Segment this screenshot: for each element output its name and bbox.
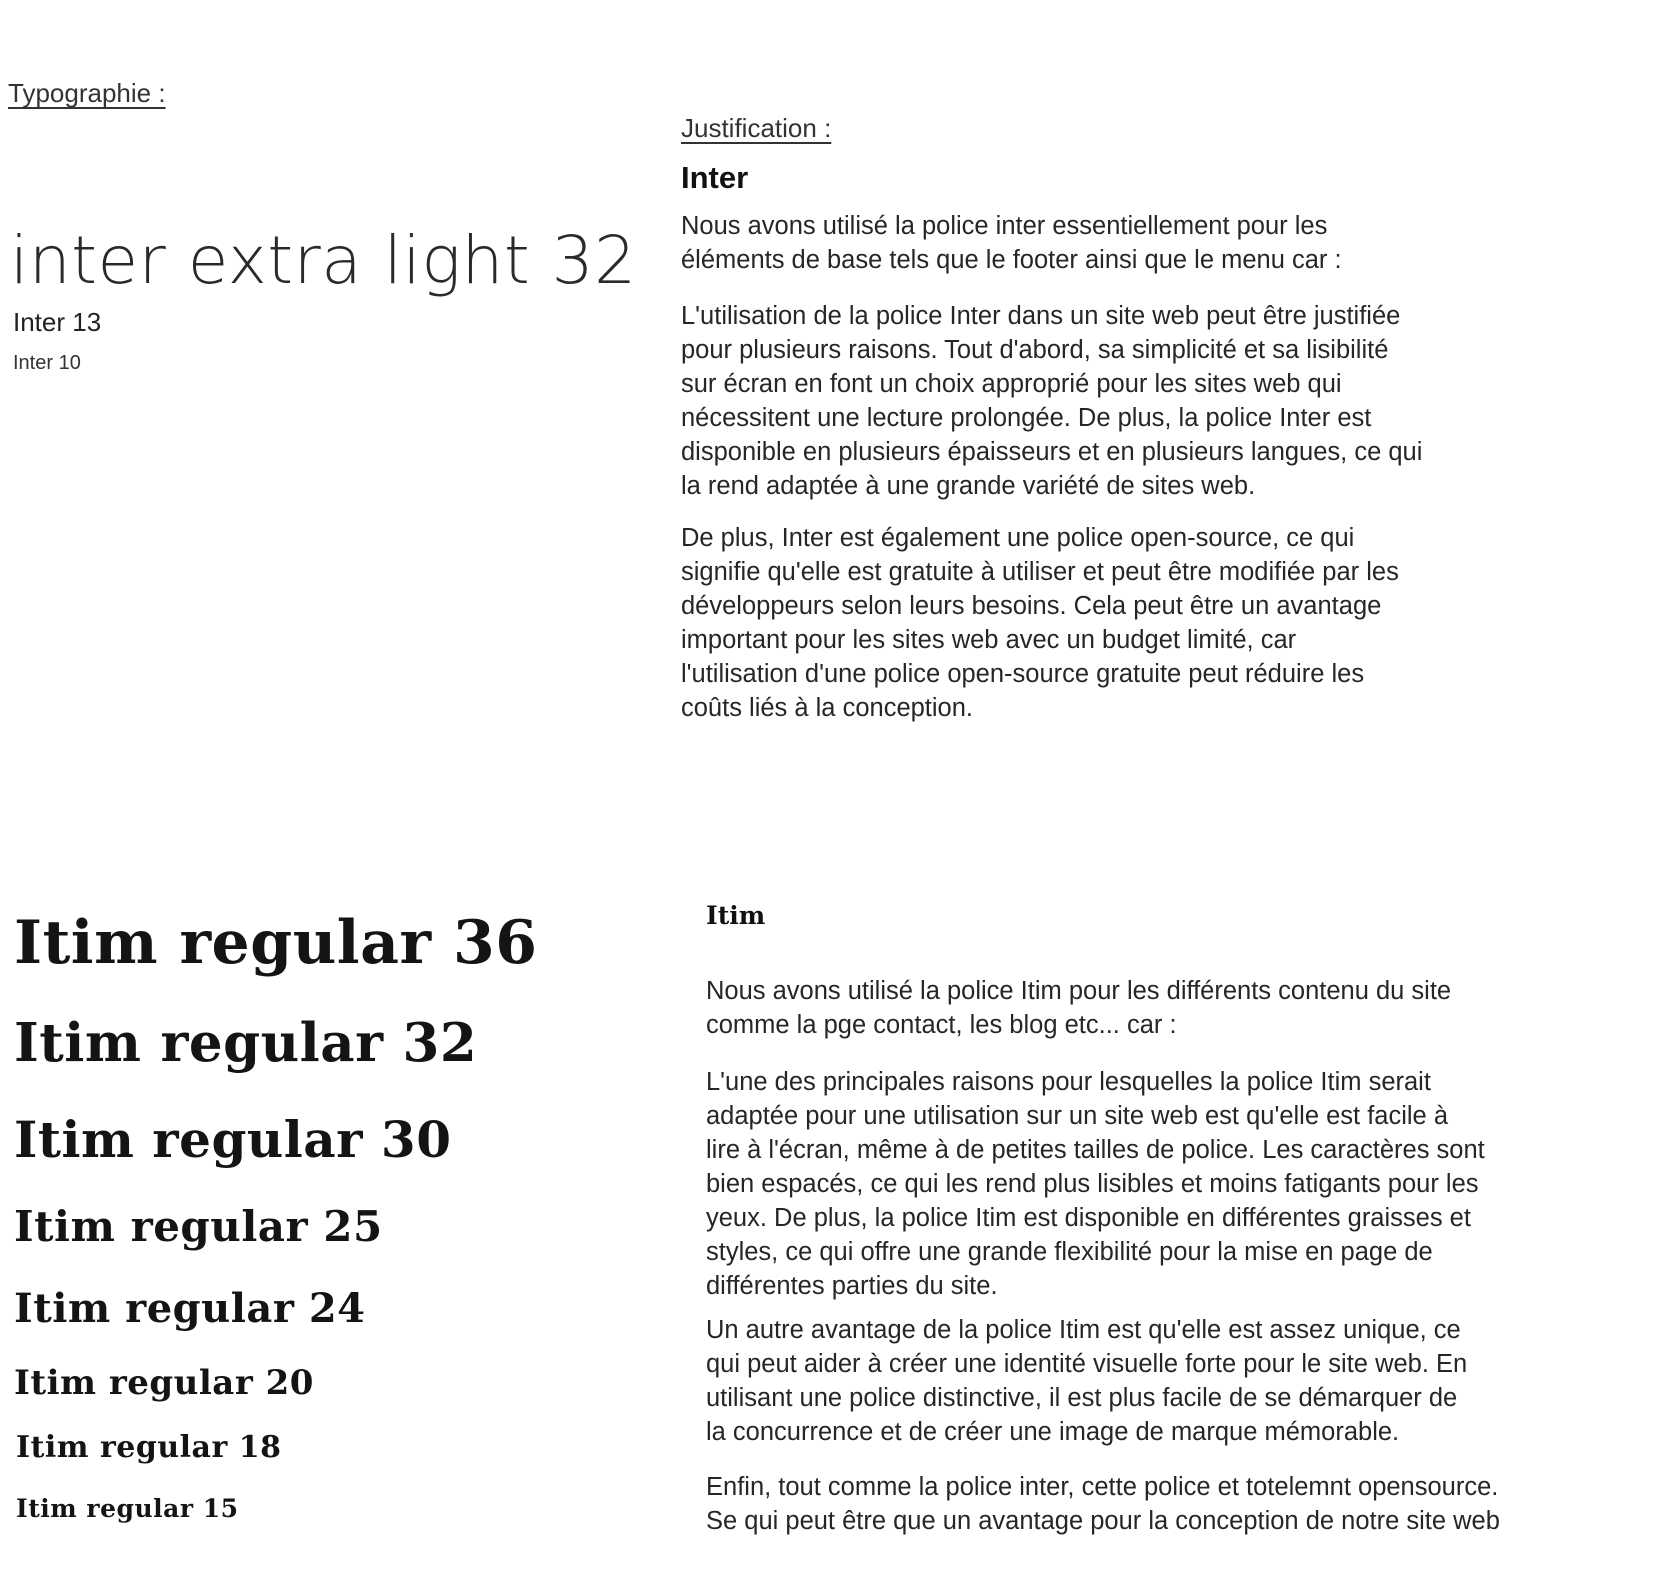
itim-intro-paragraph: Nous avons utilisé la police Itim pour l… (706, 977, 1452, 1039)
itim-regular-18-sample: Itim regular 18 (16, 1430, 282, 1465)
inter-opensource-paragraph: De plus, Inter est également une police … (681, 524, 1399, 722)
itim-regular-24-sample: Itim regular 24 (14, 1285, 366, 1332)
itim-regular-36-sample: Itim regular 36 (14, 908, 538, 978)
inter-intro-paragraph: Nous avons utilisé la police inter essen… (681, 212, 1342, 274)
itim-section-heading: Itim (706, 901, 766, 930)
itim-opensource-paragraph: Enfin, tout comme la police inter, cette… (706, 1473, 1500, 1535)
inter-13-sample: Inter 13 (13, 307, 102, 337)
inter-section-heading: Inter (681, 160, 749, 195)
inter-10-sample: Inter 10 (13, 352, 81, 374)
typography-label: Typographie : (8, 78, 166, 108)
justification-label: Justification : (681, 113, 832, 143)
itim-uniqueness-paragraph: Un autre avantage de la police Itim est … (706, 1316, 1468, 1446)
itim-regular-30-sample: Itim regular 30 (14, 1110, 452, 1169)
inter-extra-light-32-sample: inter extra light 32 (10, 222, 637, 299)
inter-readability-paragraph: L'utilisation de la police Inter dans un… (681, 302, 1423, 500)
itim-regular-15-sample: Itim regular 15 (16, 1494, 239, 1523)
itim-regular-32-sample: Itim regular 32 (14, 1012, 478, 1074)
itim-regular-20-sample: Itim regular 20 (14, 1363, 314, 1403)
itim-readability-paragraph: L'une des principales raisons pour lesqu… (706, 1068, 1485, 1300)
itim-regular-25-sample: Itim regular 25 (14, 1202, 383, 1251)
